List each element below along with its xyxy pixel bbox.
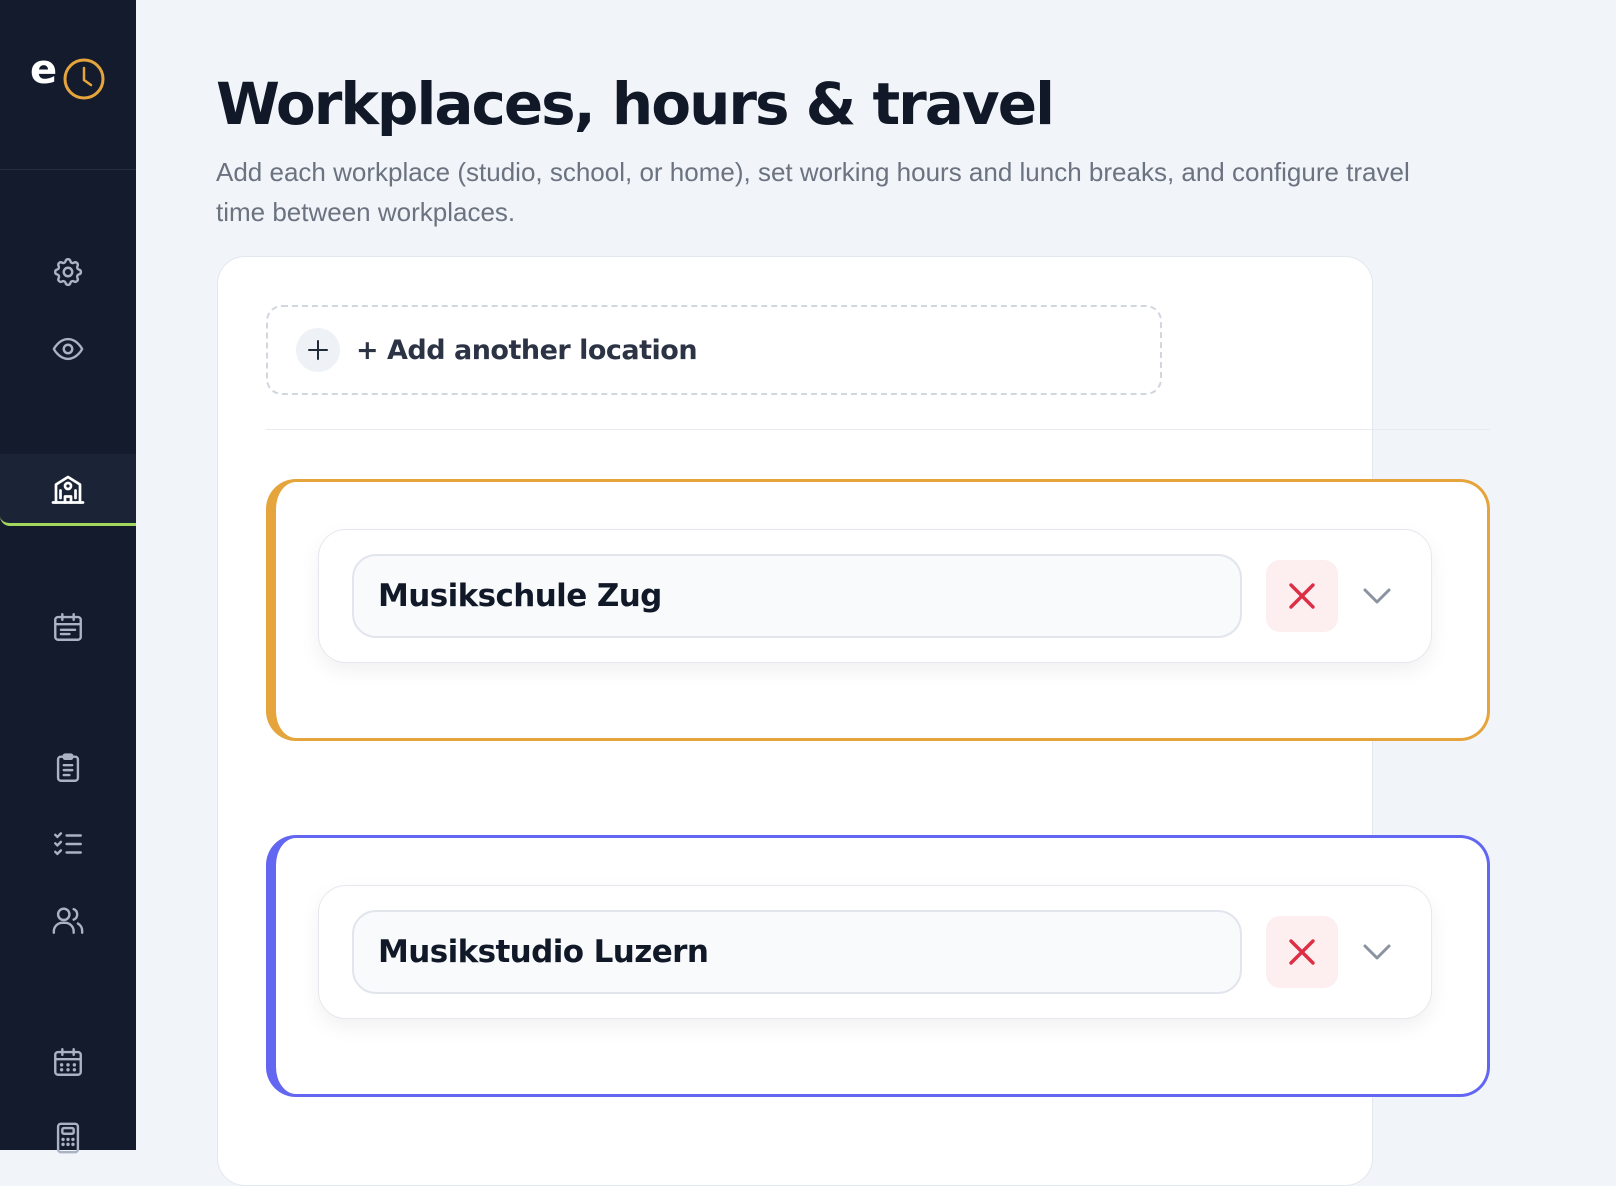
clock-logo-icon — [62, 57, 106, 101]
page-description: Add each workplace (studio, school, or h… — [216, 152, 1446, 232]
page-title: Workplaces, hours & travel — [216, 70, 1053, 138]
sidebar-item-users[interactable] — [0, 888, 136, 952]
workplaces-card: + Add another location — [217, 256, 1373, 1186]
eye-icon — [51, 332, 85, 366]
close-icon — [1287, 937, 1317, 967]
location-name-input[interactable] — [352, 910, 1242, 994]
sidebar-item-preview[interactable] — [0, 317, 136, 381]
sidebar-item-tasks[interactable] — [0, 736, 136, 800]
checklist-icon — [51, 827, 85, 861]
calendar-grid-icon — [51, 1045, 85, 1079]
delete-location-button[interactable] — [1266, 916, 1338, 988]
sidebar-item-settings[interactable] — [0, 240, 136, 304]
sidebar-item-calendar[interactable] — [0, 1030, 136, 1094]
close-icon — [1287, 581, 1317, 611]
logo-letter: e — [30, 50, 57, 90]
calendar-list-icon — [51, 610, 85, 644]
divider — [266, 429, 1490, 430]
users-icon — [51, 903, 85, 937]
sidebar: e — [0, 0, 136, 1150]
delete-location-button[interactable] — [1266, 560, 1338, 632]
sidebar-item-calculator[interactable] — [0, 1106, 136, 1170]
location-card-2 — [266, 835, 1490, 1097]
gear-icon — [51, 255, 85, 289]
main-content: Workplaces, hours & travel Add each work… — [136, 0, 1616, 1150]
sidebar-item-workplaces[interactable] — [0, 454, 136, 526]
sidebar-item-schedule[interactable] — [0, 595, 136, 659]
location-name-input[interactable] — [352, 554, 1242, 638]
location-header — [318, 529, 1432, 663]
add-location-label: + Add another location — [356, 335, 697, 366]
plus-icon — [296, 328, 340, 372]
building-icon — [50, 471, 86, 507]
expand-location-button[interactable] — [1359, 934, 1395, 970]
chevron-down-icon — [1361, 942, 1393, 962]
app-logo[interactable]: e — [0, 0, 136, 170]
add-location-button[interactable]: + Add another location — [266, 305, 1162, 395]
sidebar-item-checklist[interactable] — [0, 812, 136, 876]
location-header — [318, 885, 1432, 1019]
clipboard-icon — [51, 751, 85, 785]
chevron-down-icon — [1361, 586, 1393, 606]
location-card-1 — [266, 479, 1490, 741]
expand-location-button[interactable] — [1359, 578, 1395, 614]
